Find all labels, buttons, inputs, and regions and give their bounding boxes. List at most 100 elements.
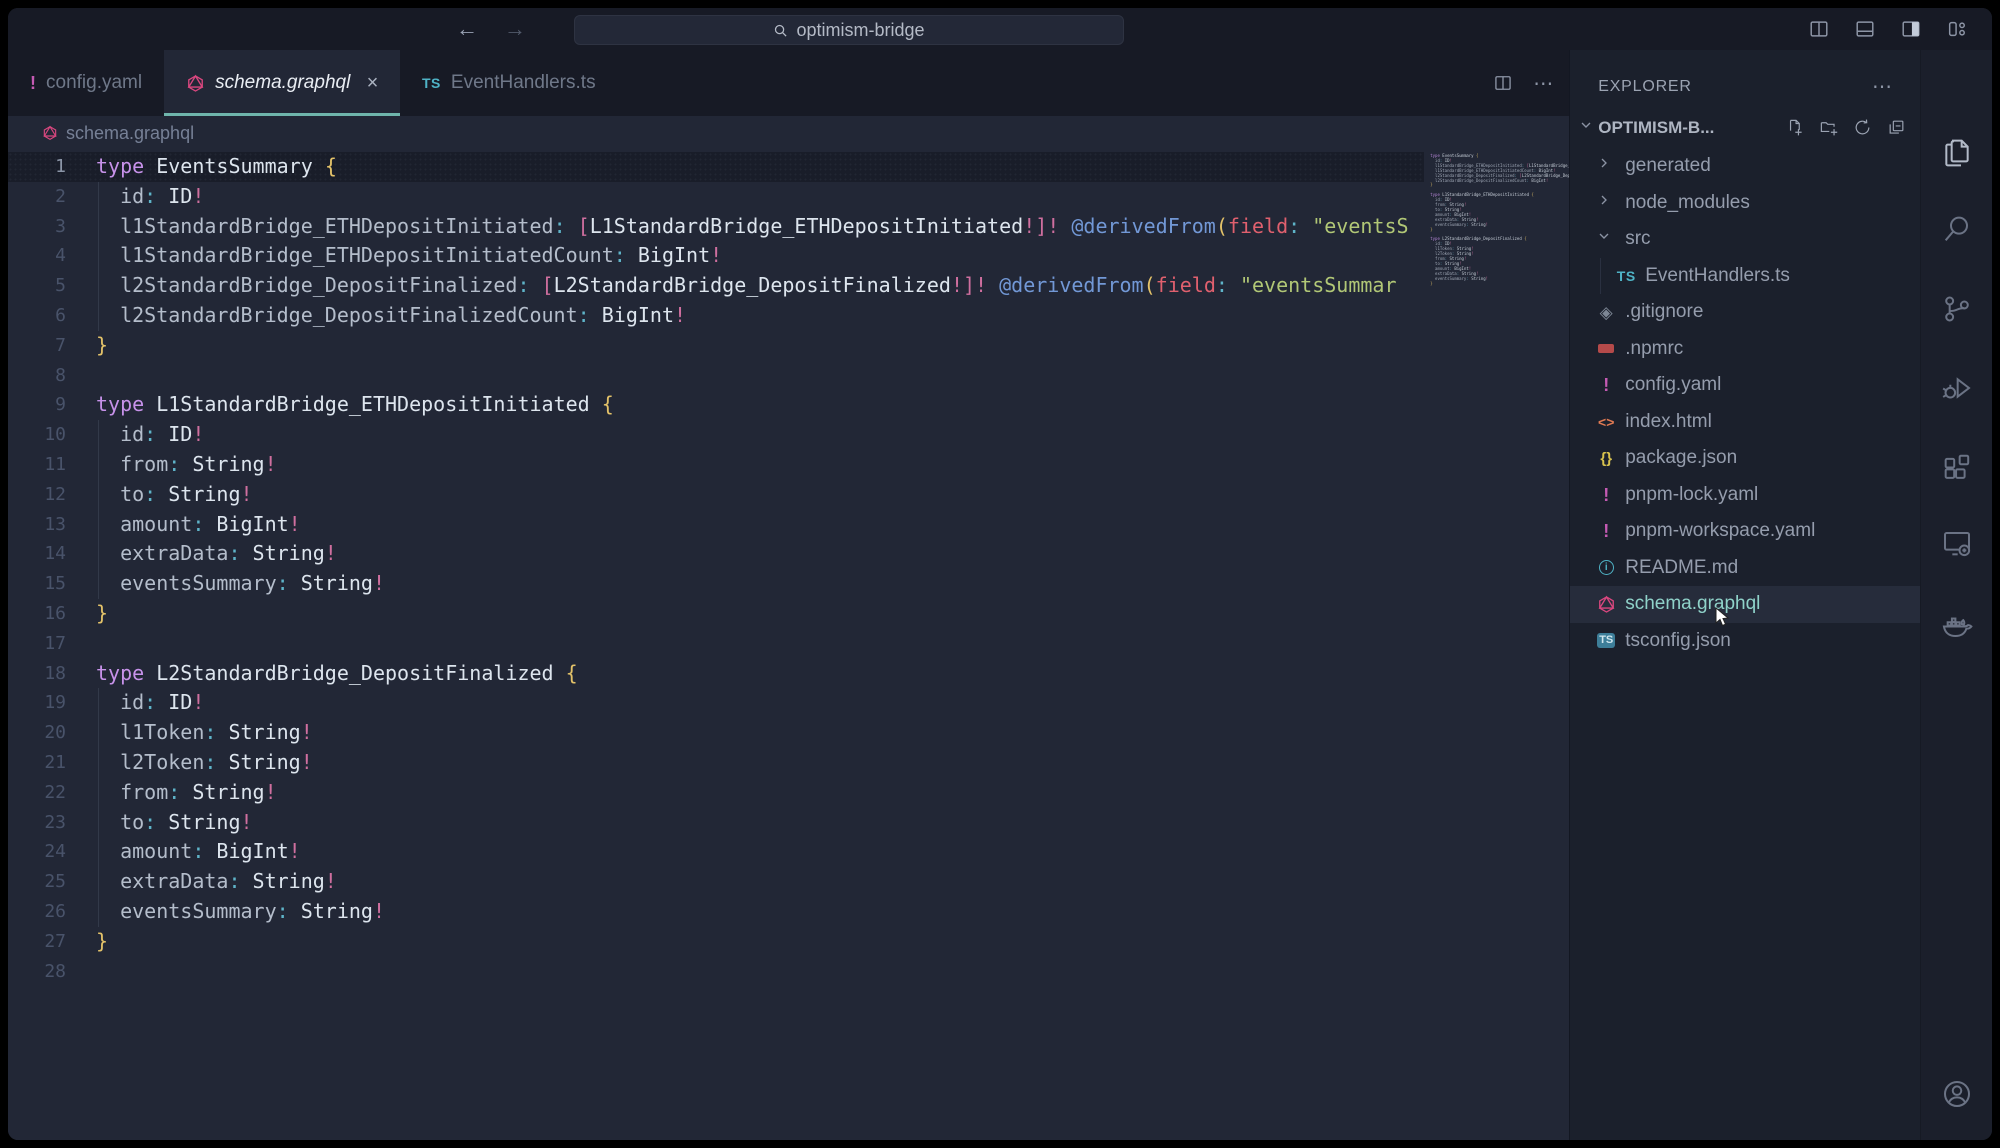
code-row[interactable]: 12 to: String! [8, 480, 1569, 510]
line-number[interactable]: 19 [8, 688, 66, 718]
line-number[interactable]: 6 [8, 301, 66, 331]
line-number[interactable]: 28 [8, 957, 66, 987]
code-row[interactable]: 21 l2Token: String! [8, 748, 1569, 778]
line-number[interactable]: 21 [8, 748, 66, 778]
line-number[interactable]: 8 [8, 361, 66, 391]
tree-item-src[interactable]: src [1570, 221, 1920, 258]
code-row[interactable]: 18type L2StandardBridge_DepositFinalized… [8, 659, 1569, 689]
code-row[interactable]: 23 to: String! [8, 808, 1569, 838]
search-icon[interactable] [1921, 213, 1992, 245]
code-row[interactable]: 25 extraData: String! [8, 867, 1569, 897]
tree-item-index-html[interactable]: <>index.html [1570, 404, 1920, 441]
line-number[interactable]: 11 [8, 450, 66, 480]
tree-item-pnpm-workspace-yaml[interactable]: !pnpm-workspace.yaml [1570, 513, 1920, 550]
line-number[interactable]: 9 [8, 390, 66, 420]
remote-explorer-icon[interactable] [1921, 527, 1992, 559]
line-number[interactable]: 16 [8, 599, 66, 629]
toggle-panel-icon[interactable] [1854, 18, 1876, 40]
breadcrumb[interactable]: schema.graphql [8, 116, 1569, 150]
code-row[interactable]: 14 extraData: String! [8, 539, 1569, 569]
code-row[interactable]: 7} [8, 331, 1569, 361]
tree-item-readme-md[interactable]: iREADME.md [1570, 550, 1920, 587]
forward-arrow-icon[interactable]: → [504, 18, 526, 40]
tree-item--npmrc[interactable]: .npmrc [1570, 331, 1920, 368]
code-row[interactable]: 24 amount: BigInt! [8, 837, 1569, 867]
code-row[interactable]: 13 amount: BigInt! [8, 510, 1569, 540]
line-number[interactable]: 10 [8, 420, 66, 450]
code-row[interactable]: 1type EventsSummary { [8, 152, 1569, 182]
tab-config-yaml[interactable]: ! config.yaml [8, 50, 164, 116]
line-number[interactable]: 7 [8, 331, 66, 361]
code-row[interactable]: 17 [8, 629, 1569, 659]
new-file-icon[interactable] [1785, 118, 1804, 137]
tree-item-eventhandlers-ts[interactable]: TSEventHandlers.ts [1570, 258, 1920, 295]
back-arrow-icon[interactable]: ← [456, 18, 478, 40]
line-number[interactable]: 13 [8, 510, 66, 540]
code-row[interactable]: 10 id: ID! [8, 420, 1569, 450]
explorer-icon[interactable] [1921, 136, 1992, 168]
tree-item-node-modules[interactable]: node_modules [1570, 185, 1920, 222]
line-number[interactable]: 27 [8, 927, 66, 957]
code-row[interactable]: 3 l1StandardBridge_ETHDepositInitiated: … [8, 212, 1569, 242]
code-row[interactable]: 28 [8, 957, 1569, 987]
code-row[interactable]: 5 l2StandardBridge_DepositFinalized: [L2… [8, 271, 1569, 301]
code-row[interactable]: 19 id: ID! [8, 688, 1569, 718]
extensions-icon[interactable] [1921, 452, 1992, 484]
code-row[interactable]: 22 from: String! [8, 778, 1569, 808]
toggle-secondary-sidebar-icon[interactable] [1900, 18, 1922, 40]
line-number[interactable]: 22 [8, 778, 66, 808]
line-number[interactable]: 3 [8, 212, 66, 242]
tree-item--gitignore[interactable]: ◈.gitignore [1570, 294, 1920, 331]
line-number[interactable]: 15 [8, 569, 66, 599]
tree-item-package-json[interactable]: {}package.json [1570, 440, 1920, 477]
line-number[interactable]: 17 [8, 629, 66, 659]
line-number[interactable]: 1 [8, 152, 66, 182]
line-number[interactable]: 14 [8, 539, 66, 569]
code-row[interactable]: 16} [8, 599, 1569, 629]
tree-item-schema-graphql[interactable]: schema.graphql [1570, 586, 1920, 623]
line-number[interactable]: 18 [8, 659, 66, 689]
split-editor-icon[interactable] [1493, 73, 1513, 93]
line-number[interactable]: 12 [8, 480, 66, 510]
code-row[interactable]: 9type L1StandardBridge_ETHDepositInitiat… [8, 390, 1569, 420]
source-control-icon[interactable] [1921, 293, 1992, 325]
split-editor-icon[interactable] [1808, 18, 1830, 40]
tree-item-config-yaml[interactable]: !config.yaml [1570, 367, 1920, 404]
code-row[interactable]: 20 l1Token: String! [8, 718, 1569, 748]
line-number[interactable]: 23 [8, 808, 66, 838]
code-row[interactable]: 2 id: ID! [8, 182, 1569, 212]
minimap[interactable]: type EventsSummary { id: ID! l1StandardB… [1424, 150, 1569, 310]
explorer-more-icon[interactable]: ⋯ [1872, 74, 1894, 99]
line-number[interactable]: 25 [8, 867, 66, 897]
command-search-box[interactable]: optimism-bridge [574, 15, 1124, 45]
line-number[interactable]: 5 [8, 271, 66, 301]
code-row[interactable]: 11 from: String! [8, 450, 1569, 480]
account-icon[interactable] [1921, 1078, 1992, 1110]
code-row[interactable]: 6 l2StandardBridge_DepositFinalizedCount… [8, 301, 1569, 331]
close-icon[interactable]: × [366, 72, 378, 95]
tree-item-pnpm-lock-yaml[interactable]: !pnpm-lock.yaml [1570, 477, 1920, 514]
line-number[interactable]: 20 [8, 718, 66, 748]
refresh-icon[interactable] [1853, 118, 1872, 137]
collapse-all-icon[interactable] [1887, 118, 1906, 137]
code-row[interactable]: 26 eventsSummary: String! [8, 897, 1569, 927]
project-root-row[interactable]: OPTIMISM-B... [1570, 111, 1920, 144]
tree-item-generated[interactable]: generated [1570, 148, 1920, 185]
code-row[interactable]: 4 l1StandardBridge_ETHDepositInitiatedCo… [8, 241, 1569, 271]
code-row[interactable]: 15 eventsSummary: String! [8, 569, 1569, 599]
tab-schema-graphql[interactable]: schema.graphql × [164, 50, 400, 116]
tab-eventhandlers-ts[interactable]: TS EventHandlers.ts [400, 50, 618, 116]
line-number[interactable]: 4 [8, 241, 66, 271]
line-number[interactable]: 2 [8, 182, 66, 212]
code-row[interactable]: 27} [8, 927, 1569, 957]
new-folder-icon[interactable] [1819, 118, 1838, 137]
run-debug-icon[interactable] [1921, 372, 1992, 404]
docker-icon[interactable] [1921, 610, 1992, 642]
more-actions-icon[interactable]: ⋯ [1533, 71, 1555, 96]
tree-item-tsconfig-json[interactable]: TStsconfig.json [1570, 623, 1920, 660]
code-row[interactable]: 8 [8, 361, 1569, 391]
code-editor[interactable]: 1type EventsSummary {2 id: ID!3 l1Standa… [8, 150, 1569, 1140]
line-number[interactable]: 26 [8, 897, 66, 927]
line-number[interactable]: 24 [8, 837, 66, 867]
customize-layout-icon[interactable] [1946, 18, 1968, 40]
